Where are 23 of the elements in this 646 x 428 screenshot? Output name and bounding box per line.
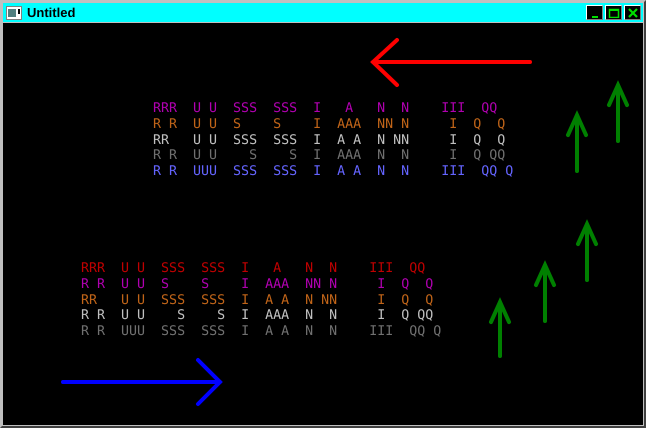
close-icon: [626, 8, 638, 18]
up-arrow: [534, 260, 556, 323]
ascii-art-line: R R U U S S I AAA NN N I Q Q: [153, 116, 506, 133]
ascii-art-line: R R U U S S I AAA N N I Q QQ: [153, 148, 506, 164]
maximize-icon: [608, 8, 620, 18]
window-title: Untitled: [27, 5, 76, 20]
ascii-art-line: RRR U U SSS SSS I A N N III QQ: [153, 101, 498, 117]
ascii-art-line: R R U U S S I AAA N N I Q QQ: [81, 308, 434, 324]
up-arrow: [566, 110, 588, 173]
up-arrow: [576, 219, 598, 282]
ascii-art-line: RRR U U SSS SSS I A N N III QQ: [81, 260, 426, 277]
ascii-art-line: R R UUU SSS SSS I A A N N III QQ Q: [81, 324, 442, 340]
ascii-art-line: RR U U SSS SSS I A A N NN I Q Q: [81, 292, 434, 308]
minimize-icon: [592, 16, 598, 18]
app-icon: [6, 6, 22, 20]
up-arrow: [607, 80, 629, 143]
minimize-button[interactable]: [586, 5, 603, 20]
ascii-art-line: R R UUU SSS SSS I A A N N III QQ Q: [153, 164, 514, 180]
ascii-art-line: RR U U SSS SSS I A A N NN I Q Q: [153, 132, 506, 148]
maximize-button[interactable]: [605, 5, 622, 20]
up-arrow: [489, 297, 511, 358]
ascii-art-line: R R U U S S I AAA NN N I Q Q: [81, 276, 434, 293]
close-button[interactable]: [624, 5, 641, 20]
